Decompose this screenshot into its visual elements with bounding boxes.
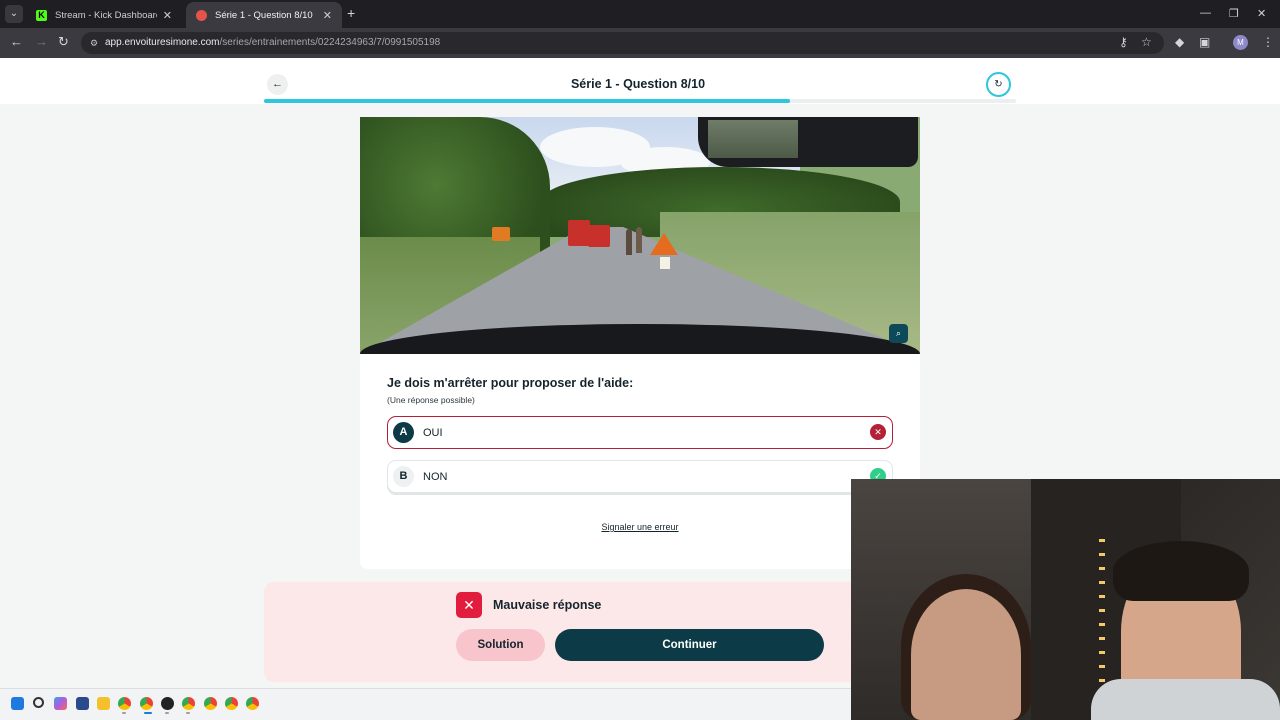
site-info-icon[interactable]: ⚙: [88, 37, 100, 49]
minimize-icon[interactable]: —: [1200, 7, 1211, 19]
answer-letter: A: [393, 422, 414, 443]
search-icon[interactable]: [33, 697, 44, 708]
streamer-right-shirt: [1091, 679, 1280, 720]
progress-fill: [264, 99, 791, 103]
url-text: app.envoituresimone.com/series/entrainem…: [105, 37, 441, 48]
magnifier-icon: ⌕: [895, 328, 902, 338]
kick-icon: K: [36, 9, 47, 21]
answer-option-b[interactable]: B NON ✓: [387, 460, 893, 493]
chrome-icon[interactable]: [182, 697, 195, 710]
password-key-icon[interactable]: ⚷: [1119, 36, 1128, 48]
reload-icon[interactable]: ↻: [58, 35, 69, 49]
running-indicator: [122, 712, 126, 714]
running-indicator: [186, 712, 190, 714]
fire-truck: [588, 225, 610, 247]
answer-label: OUI: [423, 426, 443, 439]
file-explorer-icon[interactable]: [97, 697, 110, 710]
active-indicator: [144, 712, 152, 714]
window-close-icon[interactable]: ✕: [1257, 7, 1266, 20]
restart-icon: ↻: [994, 79, 1003, 90]
back-arrow-icon[interactable]: ←: [10, 35, 23, 49]
utility-van: [492, 227, 510, 241]
sign-stand: [660, 257, 670, 269]
zoom-button[interactable]: ⌕: [889, 324, 908, 343]
start-windows-icon[interactable]: [11, 697, 24, 710]
streamer-right-hair: [1113, 541, 1249, 601]
fire-truck: [568, 220, 590, 246]
pedestrian: [636, 227, 642, 253]
tab-kick-dashboard[interactable]: K Stream - Kick Dashboard ✕: [26, 2, 182, 28]
mirror-reflection: [708, 120, 798, 158]
restart-button[interactable]: ↻: [986, 72, 1011, 97]
continue-button[interactable]: Continuer: [555, 629, 824, 661]
chrome-icon[interactable]: [246, 697, 259, 710]
wrong-x-icon: ✕: [870, 424, 886, 440]
arrow-left-icon: ←: [272, 78, 283, 90]
tab-title: Série 1 - Question 8/10: [215, 9, 313, 21]
question-photo: [360, 117, 920, 354]
copilot-icon[interactable]: [54, 697, 67, 710]
browser-toolbar: ← → ↻ ⚙ app.envoituresimone.com/series/e…: [0, 28, 1280, 58]
running-indicator: [165, 712, 169, 714]
chrome-icon[interactable]: [118, 697, 131, 710]
answer-option-a[interactable]: A OUI ✕: [387, 416, 893, 449]
back-button[interactable]: ←: [267, 74, 288, 95]
streamer-left-face: [911, 589, 1021, 720]
warning-sign: [650, 233, 678, 255]
chrome-icon[interactable]: [204, 697, 217, 710]
new-tab-icon[interactable]: +: [347, 6, 355, 20]
restore-icon[interactable]: ❐: [1229, 7, 1239, 20]
error-x-icon: ✕: [456, 592, 482, 618]
page-title: Série 1 - Question 8/10: [570, 77, 706, 91]
tab-question[interactable]: Série 1 - Question 8/10 ✕: [186, 2, 342, 28]
extensions-puzzle-icon[interactable]: ▣: [1199, 36, 1210, 48]
tab-title: Stream - Kick Dashboard: [55, 9, 157, 21]
kebab-menu-icon[interactable]: ⋮: [1262, 36, 1274, 48]
site-icon: [196, 9, 207, 21]
obs-icon[interactable]: [161, 697, 174, 710]
extension-icon[interactable]: ◆: [1175, 36, 1184, 48]
tab-search-icon[interactable]: ⌄: [5, 5, 23, 23]
solution-button[interactable]: Solution: [456, 629, 545, 661]
task-view-icon[interactable]: [76, 697, 89, 710]
address-bar[interactable]: ⚙ app.envoituresimone.com/series/entrain…: [81, 32, 1164, 54]
question-hint: (Une réponse possible): [387, 395, 475, 405]
close-tab-icon[interactable]: ✕: [163, 9, 172, 22]
forward-arrow-icon[interactable]: →: [35, 35, 48, 49]
answer-label: NON: [423, 470, 448, 483]
chrome-icon[interactable]: [140, 697, 153, 710]
answer-letter: B: [393, 466, 414, 487]
pedestrian: [626, 229, 632, 255]
bookmark-star-icon[interactable]: ☆: [1141, 36, 1152, 48]
close-tab-icon[interactable]: ✕: [323, 9, 332, 22]
profile-avatar[interactable]: M: [1233, 35, 1248, 50]
feedback-message: Mauvaise réponse: [493, 598, 602, 612]
question-text: Je dois m'arrêter pour proposer de l'aid…: [387, 376, 634, 390]
report-error-link[interactable]: Signaler une erreur: [560, 522, 720, 532]
chrome-icon[interactable]: [225, 697, 238, 710]
webcam-overlay: [851, 479, 1280, 720]
progress-bar: [264, 99, 1016, 103]
browser-tab-strip: ⌄ K Stream - Kick Dashboard ✕ Série 1 - …: [0, 0, 1280, 28]
